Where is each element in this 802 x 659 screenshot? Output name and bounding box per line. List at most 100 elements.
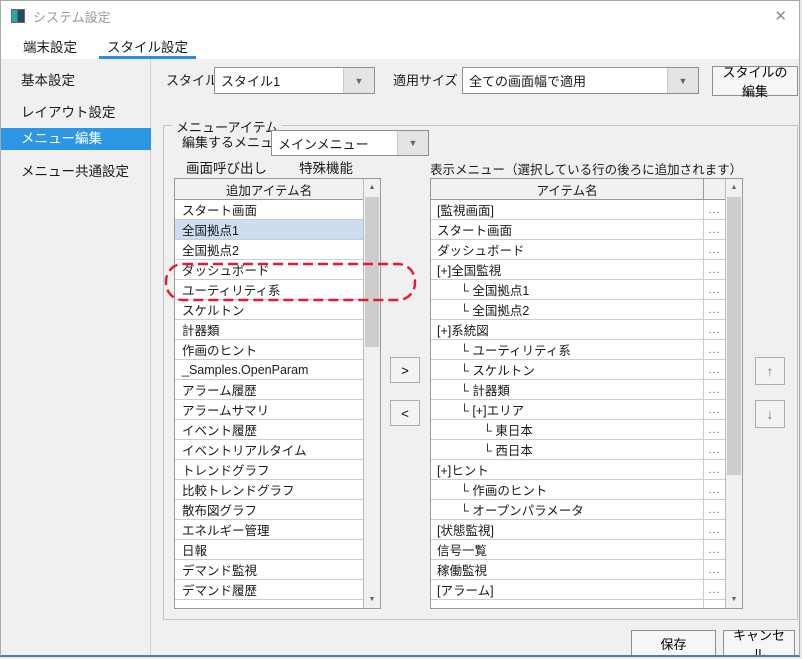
edit-menu-select[interactable]: メインメニュー ▼ [271,130,429,156]
top-tabstrip: 端末設定 スタイル設定 [1,31,799,59]
add-item-row[interactable]: 作画のヒント [175,340,363,360]
row-more-button[interactable]: ... [703,420,725,439]
row-more-button[interactable]: ... [703,400,725,419]
add-item-row[interactable]: トレンドグラフ [175,460,363,480]
scroll-down-icon[interactable]: ▼ [726,591,742,608]
display-menu-row[interactable]: └ 全国拠点2... [431,300,725,320]
scroll-up-icon[interactable]: ▲ [364,179,380,196]
tab-style-settings[interactable]: スタイル設定 [99,31,196,59]
display-menu-row[interactable]: [監視画面]... [431,200,725,220]
row-more-button[interactable]: ... [703,340,725,359]
display-menu-row[interactable]: スタート画面... [431,220,725,240]
remove-from-menu-button[interactable]: < [390,400,420,426]
add-item-label: 計器類 [182,320,220,339]
display-menu-scrollbar[interactable]: ▲ ▼ [725,179,742,608]
sidebar-item-menu-common-settings[interactable]: メニュー共通設定 [1,160,151,184]
row-more-button[interactable]: ... [703,320,725,339]
tab-terminal-settings[interactable]: 端末設定 [15,31,85,59]
display-menu-row[interactable]: 信号一覧... [431,540,725,560]
add-items-scrollbar[interactable]: ▲ ▼ [363,179,380,608]
row-more-button[interactable]: ... [703,520,725,539]
display-menu-row[interactable]: └ 西日本... [431,440,725,460]
display-menu-row[interactable]: └ 作画のヒント... [431,480,725,500]
row-more-button[interactable]: ... [703,280,725,299]
row-more-button[interactable]: ... [703,480,725,499]
row-more-button[interactable]: ... [703,380,725,399]
add-item-label: デマンド監視 [182,560,257,579]
row-more-button[interactable]: ... [703,560,725,579]
display-menu-item-label: └ スケルトン [431,360,703,379]
add-item-row[interactable]: ダッシュボード [175,260,363,280]
display-menu-row[interactable]: [+]ヒント... [431,460,725,480]
row-more-button[interactable]: ... [703,240,725,259]
display-menu-row[interactable]: └ ユーティリティ系... [431,340,725,360]
row-more-button[interactable]: ... [703,220,725,239]
edit-style-button[interactable]: スタイルの編集 [712,66,798,96]
display-menu-row[interactable]: 稼働監視... [431,560,725,580]
scroll-up-icon[interactable]: ▲ [726,179,742,196]
add-item-row[interactable]: アラーム履歴 [175,380,363,400]
row-more-button[interactable]: ... [703,540,725,559]
row-more-button[interactable]: ... [703,460,725,479]
sidebar-item-menu-edit[interactable]: メニュー編集 [1,128,151,150]
add-item-row[interactable]: 日報 [175,540,363,560]
cancel-button[interactable]: キャンセル [723,630,795,657]
row-more-button[interactable]: ... [703,580,725,599]
row-more-button[interactable]: ... [703,200,725,219]
add-item-label: 散布図グラフ [182,500,257,519]
style-select[interactable]: スタイル1 ▼ [214,67,375,94]
add-item-label: 全国拠点1 [182,220,239,239]
display-menu-row[interactable]: [アラーム]... [431,580,725,600]
add-item-row[interactable]: ユーティリティ系 [175,280,363,300]
add-item-row[interactable]: イベントリアルタイム [175,440,363,460]
display-menu-row[interactable]: └ [+]エリア... [431,400,725,420]
scrollbar-thumb[interactable] [365,197,379,347]
add-to-menu-button[interactable]: > [390,357,420,383]
add-item-row[interactable]: _Samples.OpenParam [175,360,363,380]
add-item-row[interactable]: アラームサマリ [175,400,363,420]
system-settings-dialog: システム設定 ✕ 端末設定 スタイル設定 基本設定 レイアウト設定 メニュー編集… [0,0,800,657]
add-item-row[interactable]: スタート画面 [175,200,363,220]
more-column-header [703,179,725,199]
scrollbar-thumb[interactable] [727,197,741,475]
add-item-row[interactable]: スケルトン [175,300,363,320]
display-menu-row[interactable]: ダッシュボード... [431,240,725,260]
move-up-button[interactable]: ↑ [755,357,785,385]
row-more-button[interactable]: ... [703,440,725,459]
scroll-down-icon[interactable]: ▼ [364,591,380,608]
add-item-row[interactable]: 散布図グラフ [175,500,363,520]
add-item-row[interactable]: 比較トレンドグラフ [175,480,363,500]
display-menu-row[interactable]: [+]全国監視... [431,260,725,280]
move-down-button[interactable]: ↓ [755,400,785,428]
add-item-row[interactable]: イベント履歴 [175,420,363,440]
add-item-row[interactable] [175,600,363,608]
close-icon[interactable]: ✕ [774,9,787,24]
row-more-button[interactable]: ... [703,360,725,379]
add-item-label: イベント履歴 [182,420,257,439]
display-menu-row[interactable]: [+]系統図... [431,320,725,340]
sidebar-item-layout-settings[interactable]: レイアウト設定 [1,101,151,125]
row-more-button[interactable]: ... [703,500,725,519]
display-menu-row[interactable]: └ 東日本... [431,420,725,440]
add-item-row[interactable]: デマンド監視 [175,560,363,580]
row-more-button[interactable]: ... [703,260,725,279]
display-menu-row[interactable]: └ オープンパラメータ... [431,500,725,520]
save-button[interactable]: 保存 [631,630,716,657]
display-menu-row[interactable]: └ 全国拠点1... [431,280,725,300]
display-menu-row[interactable]: └ スケルトン... [431,360,725,380]
display-menu-row[interactable] [431,600,725,608]
sidebar-item-basic-settings[interactable]: 基本設定 [1,69,151,93]
display-menu-list-header: アイテム名 [431,179,725,200]
chevron-down-icon: ▼ [397,131,428,155]
apply-size-select[interactable]: 全ての画面幅で適用 ▼ [462,67,699,94]
display-menu-list-body: [監視画面]...スタート画面...ダッシュボード...[+]全国監視...└ … [431,200,725,608]
row-more-button[interactable]: ... [703,300,725,319]
display-menu-row[interactable]: [状態監視]... [431,520,725,540]
add-item-row[interactable]: デマンド履歴 [175,580,363,600]
display-menu-list: アイテム名 [監視画面]...スタート画面...ダッシュボード...[+]全国監… [430,178,743,609]
add-item-row[interactable]: エネルギー管理 [175,520,363,540]
add-item-row[interactable]: 全国拠点2 [175,240,363,260]
add-item-row[interactable]: 全国拠点1 [175,220,363,240]
add-item-row[interactable]: 計器類 [175,320,363,340]
display-menu-row[interactable]: └ 計器類... [431,380,725,400]
